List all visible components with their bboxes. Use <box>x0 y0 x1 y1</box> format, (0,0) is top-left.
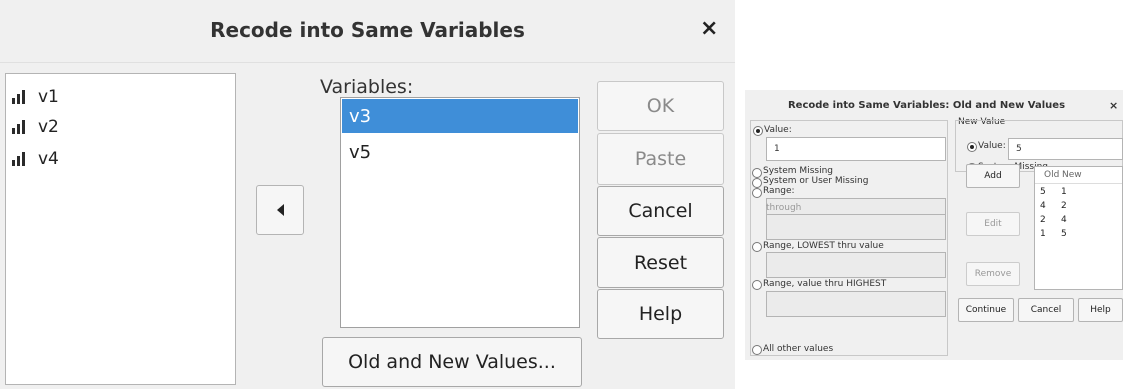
new-value-radio[interactable] <box>967 142 977 152</box>
range-to-input[interactable] <box>766 214 946 240</box>
edit-button[interactable]: Edit <box>966 212 1020 236</box>
system-missing-radio[interactable] <box>752 168 762 178</box>
list-item[interactable]: v5 <box>342 135 578 169</box>
old-and-new-values-button[interactable]: Old and New Values... <box>322 337 582 387</box>
old-value-radio[interactable] <box>753 126 763 136</box>
old-value-cell: 1 <box>1040 229 1046 239</box>
range-lowest-input[interactable] <box>766 252 946 278</box>
variable-name: v4 <box>38 149 59 169</box>
new-value-input[interactable]: 5 <box>1008 138 1123 160</box>
remove-button[interactable]: Remove <box>966 262 1020 286</box>
range-lowest-radio[interactable] <box>752 242 762 252</box>
range-highest-label: Range, value thru HIGHEST <box>763 279 887 289</box>
paste-button[interactable]: Paste <box>597 133 724 185</box>
range-highest-radio[interactable] <box>752 280 762 290</box>
list-item[interactable]: v2 <box>12 114 59 140</box>
scale-variable-icon <box>12 152 34 166</box>
ok-button[interactable]: OK <box>597 81 724 131</box>
scale-variable-icon <box>12 120 34 134</box>
close-icon[interactable]: × <box>700 16 718 41</box>
arrow-left-icon <box>276 204 284 216</box>
new-value-cell: 2 <box>1061 201 1067 211</box>
list-item-selected[interactable]: v3 <box>342 99 578 133</box>
help-button[interactable]: Help <box>1078 298 1123 322</box>
system-missing-label: System Missing <box>763 166 833 176</box>
target-variable-list[interactable]: v3 v5 <box>340 97 580 328</box>
range-label: Range: <box>763 186 795 196</box>
continue-button[interactable]: Continue <box>958 298 1014 322</box>
cancel-button[interactable]: Cancel <box>597 186 724 236</box>
old-value-cell: 2 <box>1040 215 1046 225</box>
reset-button[interactable]: Reset <box>597 237 724 288</box>
list-item[interactable]: v4 <box>12 146 59 172</box>
cancel-button[interactable]: Cancel <box>1018 298 1074 322</box>
old-new-list[interactable]: Old New 5 1 4 2 2 4 1 5 <box>1034 166 1123 290</box>
all-other-values-radio[interactable] <box>752 345 762 355</box>
move-variable-button[interactable] <box>256 185 304 235</box>
range-highest-input[interactable] <box>766 291 946 317</box>
variables-label: Variables: <box>320 76 414 98</box>
list-item[interactable]: 4 2 <box>1035 201 1122 215</box>
all-other-values-label: All other values <box>763 344 834 354</box>
new-value-cell: 5 <box>1061 229 1067 239</box>
dialog-titlebar: Recode into Same Variables × <box>0 0 735 63</box>
range-lowest-label: Range, LOWEST thru value <box>763 241 884 251</box>
list-item[interactable]: 2 4 <box>1035 215 1122 229</box>
list-item[interactable]: v1 <box>12 84 59 110</box>
list-item[interactable]: 5 1 <box>1035 187 1122 201</box>
help-button[interactable]: Help <box>597 289 724 339</box>
variable-name: v2 <box>38 117 59 137</box>
old-value-input[interactable]: 1 <box>766 137 946 161</box>
variable-name: v1 <box>38 87 59 107</box>
old-new-list-header: Old New <box>1035 167 1122 184</box>
through-label: through <box>766 203 802 213</box>
old-value-label: Value: <box>764 125 792 135</box>
list-item[interactable]: 1 5 <box>1035 229 1122 243</box>
dialog-title: Recode into Same Variables <box>210 18 525 42</box>
old-new-values-dialog: Recode into Same Variables: Old and New … <box>745 90 1123 360</box>
system-or-user-missing-label: System or User Missing <box>763 176 869 186</box>
old-value-cell: 5 <box>1040 187 1046 197</box>
new-value-cell: 4 <box>1061 215 1067 225</box>
old-column-header: Old <box>1044 170 1060 180</box>
new-value-value-label: Value: <box>978 141 1006 151</box>
range-radio[interactable] <box>752 188 762 198</box>
close-icon[interactable]: × <box>1109 99 1118 112</box>
add-button[interactable]: Add <box>966 164 1020 188</box>
dialog-title: Recode into Same Variables: Old and New … <box>787 100 1066 111</box>
scale-variable-icon <box>12 90 34 104</box>
new-value-cell: 1 <box>1061 187 1067 197</box>
old-value-cell: 4 <box>1040 201 1046 211</box>
system-or-user-missing-radio[interactable] <box>752 178 762 188</box>
new-column-header: New <box>1062 170 1082 180</box>
recode-dialog: Recode into Same Variables × v1 v2 v4 Va… <box>0 0 735 389</box>
source-variable-list[interactable]: v1 v2 v4 <box>5 73 236 385</box>
